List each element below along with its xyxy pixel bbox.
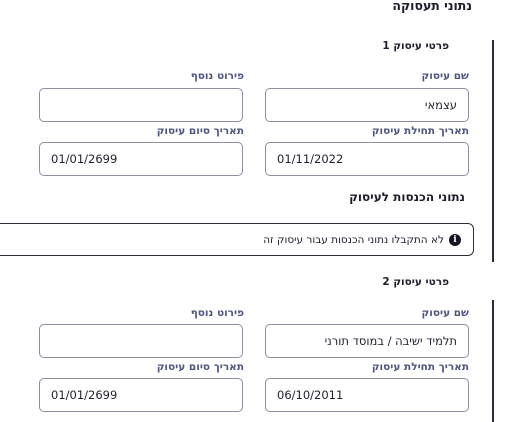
income-notice-text: לא התקבלו נתוני הכנסות עבור עיסוק זה (263, 233, 444, 246)
business-1-start-date-field[interactable] (265, 142, 469, 176)
business-2-title: פרטי עיסוק 2 (382, 276, 449, 288)
business-1-name-field[interactable] (265, 88, 469, 122)
page-title: נתוני תעסוקה (392, 0, 472, 13)
income-section-title: נתוני הכנסות לעיסוק (349, 190, 465, 204)
business-2-extra-label: פירוט נוסף (190, 307, 244, 319)
business-2-name-field[interactable] (265, 324, 469, 358)
business-1-name-label: שם עיסוק (421, 70, 470, 82)
business-2-divider (492, 300, 494, 422)
business-1-title: פרטי עיסוק 1 (382, 40, 449, 52)
business-2-name-label: שם עיסוק (421, 307, 470, 319)
business-1-end-date-label: תאריך סיום עיסוק (156, 125, 244, 137)
business-2-start-date-label: תאריך תחילת עיסוק (371, 361, 469, 373)
business-1-extra-field[interactable] (39, 88, 243, 122)
business-2-end-date-field[interactable] (39, 378, 243, 412)
business-1-divider (492, 40, 494, 262)
business-1-start-date-label: תאריך תחילת עיסוק (371, 125, 469, 137)
business-2-end-date-label: תאריך סיום עיסוק (156, 361, 244, 373)
business-1-end-date-field[interactable] (39, 142, 243, 176)
income-notice: i לא התקבלו נתוני הכנסות עבור עיסוק זה (0, 223, 474, 256)
business-1-extra-label: פירוט נוסף (190, 70, 244, 82)
business-2-start-date-field[interactable] (265, 378, 469, 412)
business-2-extra-field[interactable] (39, 324, 243, 358)
info-icon: i (449, 233, 461, 246)
